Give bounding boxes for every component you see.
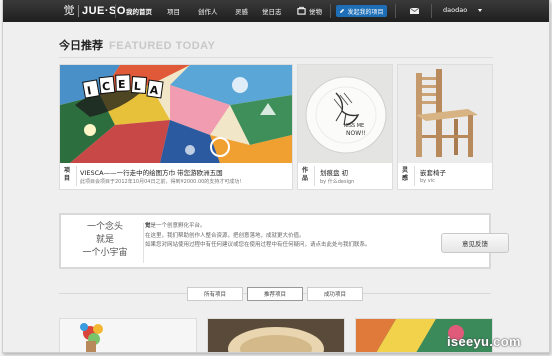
project-thumbnail [208, 319, 344, 352]
cart-icon[interactable] [297, 6, 306, 15]
create-project-button[interactable]: 发起我的项目 [336, 5, 387, 17]
card-divider [414, 166, 415, 186]
plate-artwork: KISS ME NOW!! [298, 65, 392, 163]
tab-successful-projects[interactable]: 成功项目 [307, 287, 363, 301]
slogan-line: 一个小宇宙 [82, 248, 128, 258]
illustration-artwork: I C E L A [60, 65, 292, 163]
tab-all-projects[interactable]: 所有项目 [187, 287, 243, 301]
card-divider [314, 166, 315, 186]
featured-inspiration-card[interactable]: 灵感 嵌套椅子 by vic [397, 64, 493, 190]
pencil-icon [340, 8, 345, 13]
featured-inspiration-title[interactable]: 嵌套椅子 [420, 167, 446, 177]
featured-work-title[interactable]: 划痕盘 初 [320, 167, 348, 177]
featured-work-info: 作品 划痕盘 初 by 什么design [298, 163, 392, 189]
nav-divider [115, 4, 116, 18]
featured-project-image[interactable]: I C E L A [60, 65, 292, 163]
site-logo[interactable]: 觉 JUE·SO [63, 3, 126, 19]
featured-project-status: 此项目会项目于2012年10月04日之前，得到¥2000.00的支持才可成功! [80, 179, 242, 185]
logo-divider [78, 5, 79, 17]
feedback-button[interactable]: 意见反馈 [441, 233, 509, 253]
featured-heading: 今日推荐 FEATURED TODAY [59, 37, 215, 53]
about-divider [143, 223, 144, 263]
svg-text:NOW!!: NOW!! [346, 130, 366, 137]
card-type-label: 项目 [64, 167, 71, 182]
nav-divider [395, 4, 396, 18]
featured-work-author[interactable]: by 什么design [320, 178, 354, 185]
featured-inspiration-info: 灵感 嵌套椅子 by vic [398, 163, 492, 189]
nav-journal[interactable]: 觉日志 [262, 6, 282, 16]
nav-my-home[interactable]: 我的首页 [126, 6, 152, 16]
slogan-line: 一个念头 [86, 222, 123, 232]
featured-project-title[interactable]: VIESCA——一行走中的绘图方巾 带您游欧洲五国 [80, 167, 223, 177]
featured-inspiration-author[interactable]: by vic [420, 178, 435, 184]
nav-divider [431, 4, 432, 18]
about-box: 一个念头 就是 一个小宇宙 觉是一个创意孵化平台。 在这里，我们帮助创作人整合资… [59, 213, 509, 269]
featured-title-en: FEATURED TODAY [109, 40, 216, 52]
svg-text:L: L [133, 80, 141, 93]
project-card[interactable] [59, 318, 197, 352]
featured-work-card[interactable]: KISS ME NOW!! 作品 划痕盘 初 by 什么design [297, 64, 393, 190]
about-line: 在这里，我们帮助创作人整合资源，把创意落地，成就更大价值。 [145, 232, 305, 239]
nav-inspiration[interactable]: 灵感 [235, 6, 248, 16]
top-navigation-bar: 觉 JUE·SO 我的首页 项目 创作人 灵感 觉日志 觉物 发起我的项目 da… [3, 0, 549, 22]
browser-frame: 觉 JUE·SO 我的首页 项目 创作人 灵感 觉日志 觉物 发起我的项目 da… [2, 0, 550, 353]
card-type-label: 作品 [302, 167, 309, 182]
featured-title-cn: 今日推荐 [59, 39, 103, 52]
watermark: iseeyu.com [447, 334, 521, 349]
nav-projects[interactable]: 项目 [167, 6, 180, 16]
featured-inspiration-image[interactable] [398, 65, 492, 163]
user-menu[interactable]: daodao [443, 6, 467, 14]
slogan-line: 就是 [95, 235, 114, 245]
chair-artwork [398, 65, 492, 163]
featured-project-info: 项目 VIESCA——一行走中的绘图方巾 带您游欧洲五国 此项目会项目于2012… [60, 163, 292, 189]
chevron-down-icon[interactable] [478, 9, 482, 12]
create-project-label: 发起我的项目 [347, 8, 384, 16]
logo-mark: 觉 [63, 4, 75, 17]
logo-text: JUE·SO [82, 5, 126, 17]
featured-work-image[interactable]: KISS ME NOW!! [298, 65, 392, 163]
about-text: 觉是一个创意孵化平台。 在这里，我们帮助创作人整合资源，把创意落地，成就更大价值… [145, 222, 415, 251]
svg-text:KISS ME: KISS ME [344, 123, 364, 129]
project-thumbnail [60, 319, 196, 352]
about-line: 是一个创意孵化平台。 [150, 223, 206, 229]
tab-recommended-projects[interactable]: 推荐项目 [247, 287, 303, 301]
svg-text:E: E [118, 78, 126, 91]
nav-creators[interactable]: 创作人 [198, 6, 218, 16]
slogan: 一个念头 就是 一个小宇宙 [75, 221, 135, 260]
svg-text:C: C [102, 80, 111, 94]
heading-divider [59, 57, 493, 58]
featured-project-card[interactable]: I C E L A 项目 VIESCA——一行走中的绘图方巾 带您游欧洲五国 此… [59, 64, 293, 190]
about-contact-line[interactable]: 如果您对网站使用过程中有任何建议或您在使用过程中有任何疑问，请点击此处与我们联系… [145, 241, 415, 251]
nav-divider [330, 4, 331, 18]
card-type-label: 灵感 [402, 167, 409, 182]
project-card[interactable] [207, 318, 345, 352]
nav-shop[interactable]: 觉物 [309, 6, 322, 16]
card-divider [76, 166, 77, 186]
mail-icon[interactable] [410, 8, 419, 14]
